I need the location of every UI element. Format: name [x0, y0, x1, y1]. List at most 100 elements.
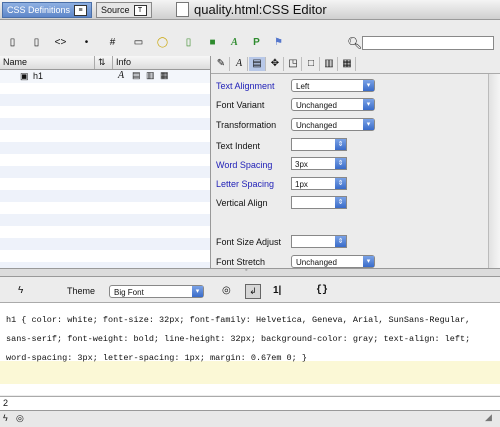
- rules-column-header: Name ⇅ Info: [0, 56, 210, 70]
- field-value: 1px: [295, 180, 308, 189]
- label-transformation: Transformation: [216, 120, 277, 130]
- new-class-icon[interactable]: ▯: [30, 37, 43, 49]
- position-icon[interactable]: ◳: [285, 57, 302, 71]
- stepper-icon[interactable]: ⇕: [335, 139, 346, 150]
- chevron-down-icon: ▾: [363, 256, 374, 267]
- folder-icon[interactable]: ▭: [132, 37, 145, 49]
- border-icon[interactable]: □: [303, 57, 320, 71]
- stepper-icon[interactable]: ⇕: [335, 236, 346, 247]
- label-font-variant: Font Variant: [216, 100, 265, 110]
- stepper-icon[interactable]: ⇕: [335, 197, 346, 208]
- properties-scrollbar[interactable]: [488, 74, 500, 268]
- dropdown-value: Unchanged: [296, 121, 337, 130]
- font-variant-dropdown[interactable]: Unchanged ▾: [291, 98, 375, 111]
- line-numbers-icon[interactable]: 1|: [273, 285, 281, 296]
- flag-icon[interactable]: ⚑: [272, 37, 285, 49]
- page-icon[interactable]: ▯: [182, 37, 195, 49]
- list-icon[interactable]: ▥: [321, 57, 338, 71]
- code-toolbar: ϟ Theme Big Font ▾ ◎ ↲ 1| {}: [0, 282, 500, 300]
- search-icon: 🔍︎: [347, 36, 363, 50]
- title-bar: CSS Definitions ≡ Source T quality.html:…: [0, 0, 500, 20]
- resize-grip-icon[interactable]: ◢: [485, 412, 492, 423]
- label-vertical-align: Vertical Align: [216, 198, 268, 208]
- field-value: 3px: [295, 160, 308, 169]
- selector-icon: ▣: [20, 71, 29, 81]
- new-rule-icon[interactable]: ▯: [6, 37, 19, 49]
- line-number-field[interactable]: 2: [0, 396, 500, 411]
- grid-icon[interactable]: ▦: [339, 57, 356, 71]
- tab-label: CSS Definitions: [7, 5, 71, 15]
- label-text-alignment: Text Alignment: [216, 81, 275, 91]
- text-alignment-dropdown[interactable]: Left ▾: [291, 79, 375, 92]
- window-title: quality.html:CSS Editor: [176, 2, 327, 17]
- theme-dropdown[interactable]: Big Font ▾: [109, 285, 204, 298]
- tab-css-definitions[interactable]: CSS Definitions ≡: [2, 2, 93, 18]
- list-icon: ≡: [74, 4, 88, 16]
- column-name[interactable]: Name: [0, 56, 95, 69]
- chevron-down-icon: ▾: [363, 99, 374, 110]
- column-info[interactable]: Info: [113, 56, 210, 69]
- pencil-icon[interactable]: ✎: [213, 57, 230, 71]
- view-tabs: CSS Definitions ≡ Source T: [2, 2, 152, 18]
- id-hash-icon[interactable]: #: [106, 37, 119, 49]
- label-word-spacing: Word Spacing: [216, 160, 273, 170]
- vertical-align-field[interactable]: ⇕: [291, 196, 347, 209]
- word-spacing-field[interactable]: 3px ⇕: [291, 157, 347, 170]
- tag-icon[interactable]: <>: [54, 37, 67, 49]
- line-number-value: 2: [3, 398, 9, 408]
- dropdown-value: Big Font: [114, 288, 144, 297]
- font-stretch-dropdown[interactable]: Unchanged ▾: [291, 255, 375, 268]
- dropdown-value: Unchanged: [296, 258, 337, 267]
- text-icon: T: [133, 4, 147, 16]
- stepper-icon[interactable]: ⇕: [335, 158, 346, 169]
- dropdown-value: Left: [296, 82, 310, 91]
- rules-panel: Name ⇅ Info ▣ h1 A ▤ ▥ ▦: [0, 56, 211, 268]
- chevron-down-icon: ▾: [363, 119, 374, 130]
- file-icon: [176, 2, 189, 17]
- eye-icon[interactable]: ◎: [16, 413, 24, 424]
- transformation-dropdown[interactable]: Unchanged ▾: [291, 118, 375, 131]
- dropdown-value: Unchanged: [296, 101, 337, 110]
- css-code-editor[interactable]: h1 { color: white; font-size: 32px; font…: [0, 302, 500, 395]
- preview-eye-icon[interactable]: ◎: [222, 285, 231, 296]
- label-font-size-adjust: Font Size Adjust: [216, 237, 282, 247]
- font-icon: A: [118, 70, 125, 81]
- wrap-toggle-icon[interactable]: ↲: [245, 284, 261, 299]
- rule-name: h1: [33, 71, 44, 81]
- font-size-adjust-field[interactable]: ⇕: [291, 235, 347, 248]
- comment-icon[interactable]: ◯: [156, 37, 169, 49]
- theme-label: Theme: [67, 286, 96, 296]
- grid-icon: ▦: [160, 70, 169, 80]
- tab-label: Source: [101, 5, 130, 15]
- align-icon: ▤: [132, 70, 141, 80]
- paragraph-icon[interactable]: P: [250, 37, 263, 49]
- label-letter-spacing: Letter Spacing: [216, 179, 275, 189]
- lightning-icon[interactable]: ϟ: [3, 413, 8, 423]
- property-category-tabs: ✎ A ▤ ✥ ◳ □ ▥ ▦: [211, 56, 500, 74]
- text-layout-icon[interactable]: ▤: [249, 57, 266, 71]
- window-title-text: quality.html:CSS Editor: [194, 2, 327, 17]
- move-icon[interactable]: ✥: [267, 57, 284, 71]
- box-model-icon: ▥: [146, 70, 155, 80]
- text-indent-field[interactable]: ⇕: [291, 138, 347, 151]
- label-text-indent: Text Indent: [216, 141, 261, 151]
- css-code-text[interactable]: h1 { color: white; font-size: 32px; font…: [6, 311, 494, 368]
- table-row[interactable]: ▣ h1 A ▤ ▥ ▦: [0, 70, 210, 83]
- dot-icon[interactable]: •: [80, 37, 93, 49]
- search-input[interactable]: [362, 36, 494, 50]
- status-bar: ϟ ◎ ◢: [0, 410, 500, 427]
- stepper-icon[interactable]: ⇕: [335, 178, 346, 189]
- pane-splitter[interactable]: ◦: [0, 267, 500, 277]
- chevron-down-icon: ▾: [192, 286, 203, 297]
- tab-source[interactable]: Source T: [96, 2, 152, 18]
- splitter-handle-icon[interactable]: ◦: [245, 267, 247, 274]
- properties-panel: ✎ A ▤ ✥ ◳ □ ▥ ▦ Text Alignment Left ▾ Fon…: [211, 56, 500, 268]
- chevron-down-icon: ▾: [363, 80, 374, 91]
- lightning-icon[interactable]: ϟ: [18, 285, 23, 296]
- box-icon[interactable]: ■: [206, 37, 219, 49]
- sort-icon[interactable]: ⇅: [95, 56, 113, 69]
- font-icon[interactable]: A: [231, 57, 248, 71]
- letter-spacing-field[interactable]: 1px ⇕: [291, 177, 347, 190]
- font-icon[interactable]: A: [228, 37, 241, 49]
- braces-button[interactable]: {}: [316, 285, 328, 296]
